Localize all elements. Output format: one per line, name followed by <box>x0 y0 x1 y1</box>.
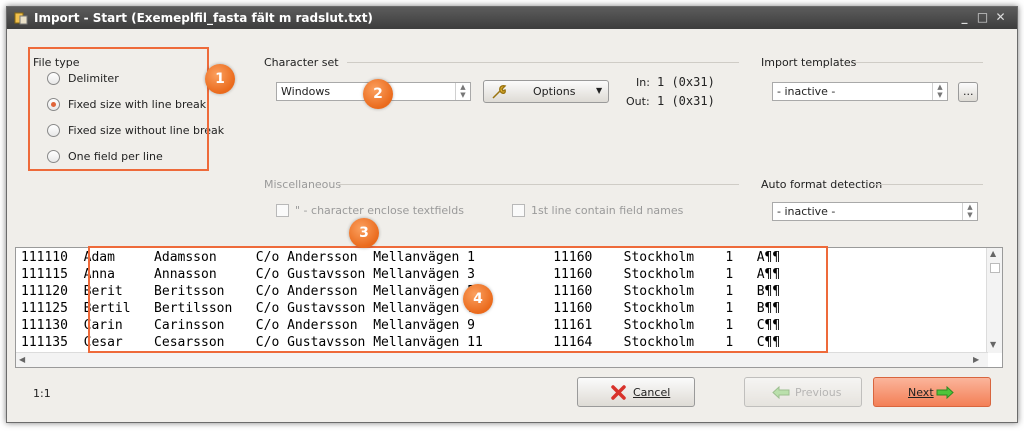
scroll-down-icon[interactable]: ▼ <box>990 340 996 349</box>
callout-box-preview <box>88 246 828 353</box>
divider <box>347 62 739 63</box>
scroll-up-icon[interactable]: ▲ <box>990 249 996 258</box>
charset-value: Windows <box>281 85 331 98</box>
dropdown-arrow-icon: ▼ <box>596 86 603 95</box>
auto-format-value: - inactive - <box>777 205 836 218</box>
options-button[interactable]: Options ▼ <box>483 80 609 103</box>
next-label: Next <box>908 386 934 399</box>
previous-label: Previous <box>795 386 842 399</box>
callout-box-file-type <box>28 47 209 171</box>
templates-combo[interactable]: - inactive - ▲ ▼ <box>772 82 948 101</box>
title-bar[interactable]: Import - Start (Exemeplfil_fasta fält m … <box>7 7 1017 29</box>
first-line-checkbox[interactable] <box>512 204 525 217</box>
scroll-left-icon[interactable]: ◀ <box>19 355 25 364</box>
in-label: In: <box>636 76 650 89</box>
next-button[interactable]: Next <box>873 377 991 407</box>
badge-1: 1 <box>205 64 235 94</box>
import-templates-label: Import templates <box>761 56 857 69</box>
enclose-label: " - character enclose textfields <box>295 204 464 217</box>
scroll-thumb[interactable] <box>990 263 1000 273</box>
browse-label: ... <box>963 85 974 98</box>
badge-2: 2 <box>363 79 393 109</box>
out-value: 1 (0x31) <box>657 94 715 108</box>
minimize-icon[interactable]: _ <box>957 10 972 25</box>
browse-templates-button[interactable]: ... <box>958 82 978 102</box>
arrow-left-icon <box>772 386 790 399</box>
scroll-right-icon[interactable]: ▶ <box>973 355 979 364</box>
badge-3: 3 <box>349 218 379 248</box>
vertical-scrollbar[interactable]: ▲ ▼ <box>986 248 1002 353</box>
auto-format-combo[interactable]: - inactive - ▲ ▼ <box>772 202 978 221</box>
cancel-label: Cancel <box>633 386 671 399</box>
spin-arrows-icon[interactable]: ▲ ▼ <box>932 83 947 100</box>
close-icon[interactable]: ✕ <box>993 10 1008 25</box>
app-icon <box>14 12 28 25</box>
auto-format-label: Auto format detection <box>761 178 883 191</box>
horizontal-scrollbar[interactable]: ◀ ▶ <box>16 352 988 367</box>
previous-button[interactable]: Previous <box>744 377 862 407</box>
divider <box>873 184 983 185</box>
out-label: Out: <box>626 95 650 108</box>
maximize-icon[interactable]: □ <box>975 10 990 25</box>
first-line-label: 1st line contain field names <box>531 204 684 217</box>
divider <box>855 62 983 63</box>
import-dialog: Import - Start (Exemeplfil_fasta fält m … <box>6 6 1018 423</box>
badge-4: 4 <box>463 284 493 314</box>
window-title: Import - Start (Exemeplfil_fasta fält m … <box>34 11 373 25</box>
arrow-right-icon <box>936 386 954 399</box>
options-label: Options <box>533 85 576 98</box>
templates-value: - inactive - <box>777 85 836 98</box>
enclose-checkbox[interactable] <box>276 204 289 217</box>
charset-label: Character set <box>264 56 339 69</box>
cursor-position: 1:1 <box>33 387 51 400</box>
spin-arrows-icon[interactable]: ▲ ▼ <box>455 83 470 100</box>
spin-arrows-icon[interactable]: ▲ ▼ <box>962 203 977 220</box>
in-value: 1 (0x31) <box>657 75 715 89</box>
wrench-icon <box>492 85 507 99</box>
cancel-button[interactable]: Cancel <box>577 377 695 407</box>
cancel-x-icon <box>611 385 626 400</box>
divider <box>337 184 739 185</box>
misc-label: Miscellaneous <box>264 178 342 191</box>
